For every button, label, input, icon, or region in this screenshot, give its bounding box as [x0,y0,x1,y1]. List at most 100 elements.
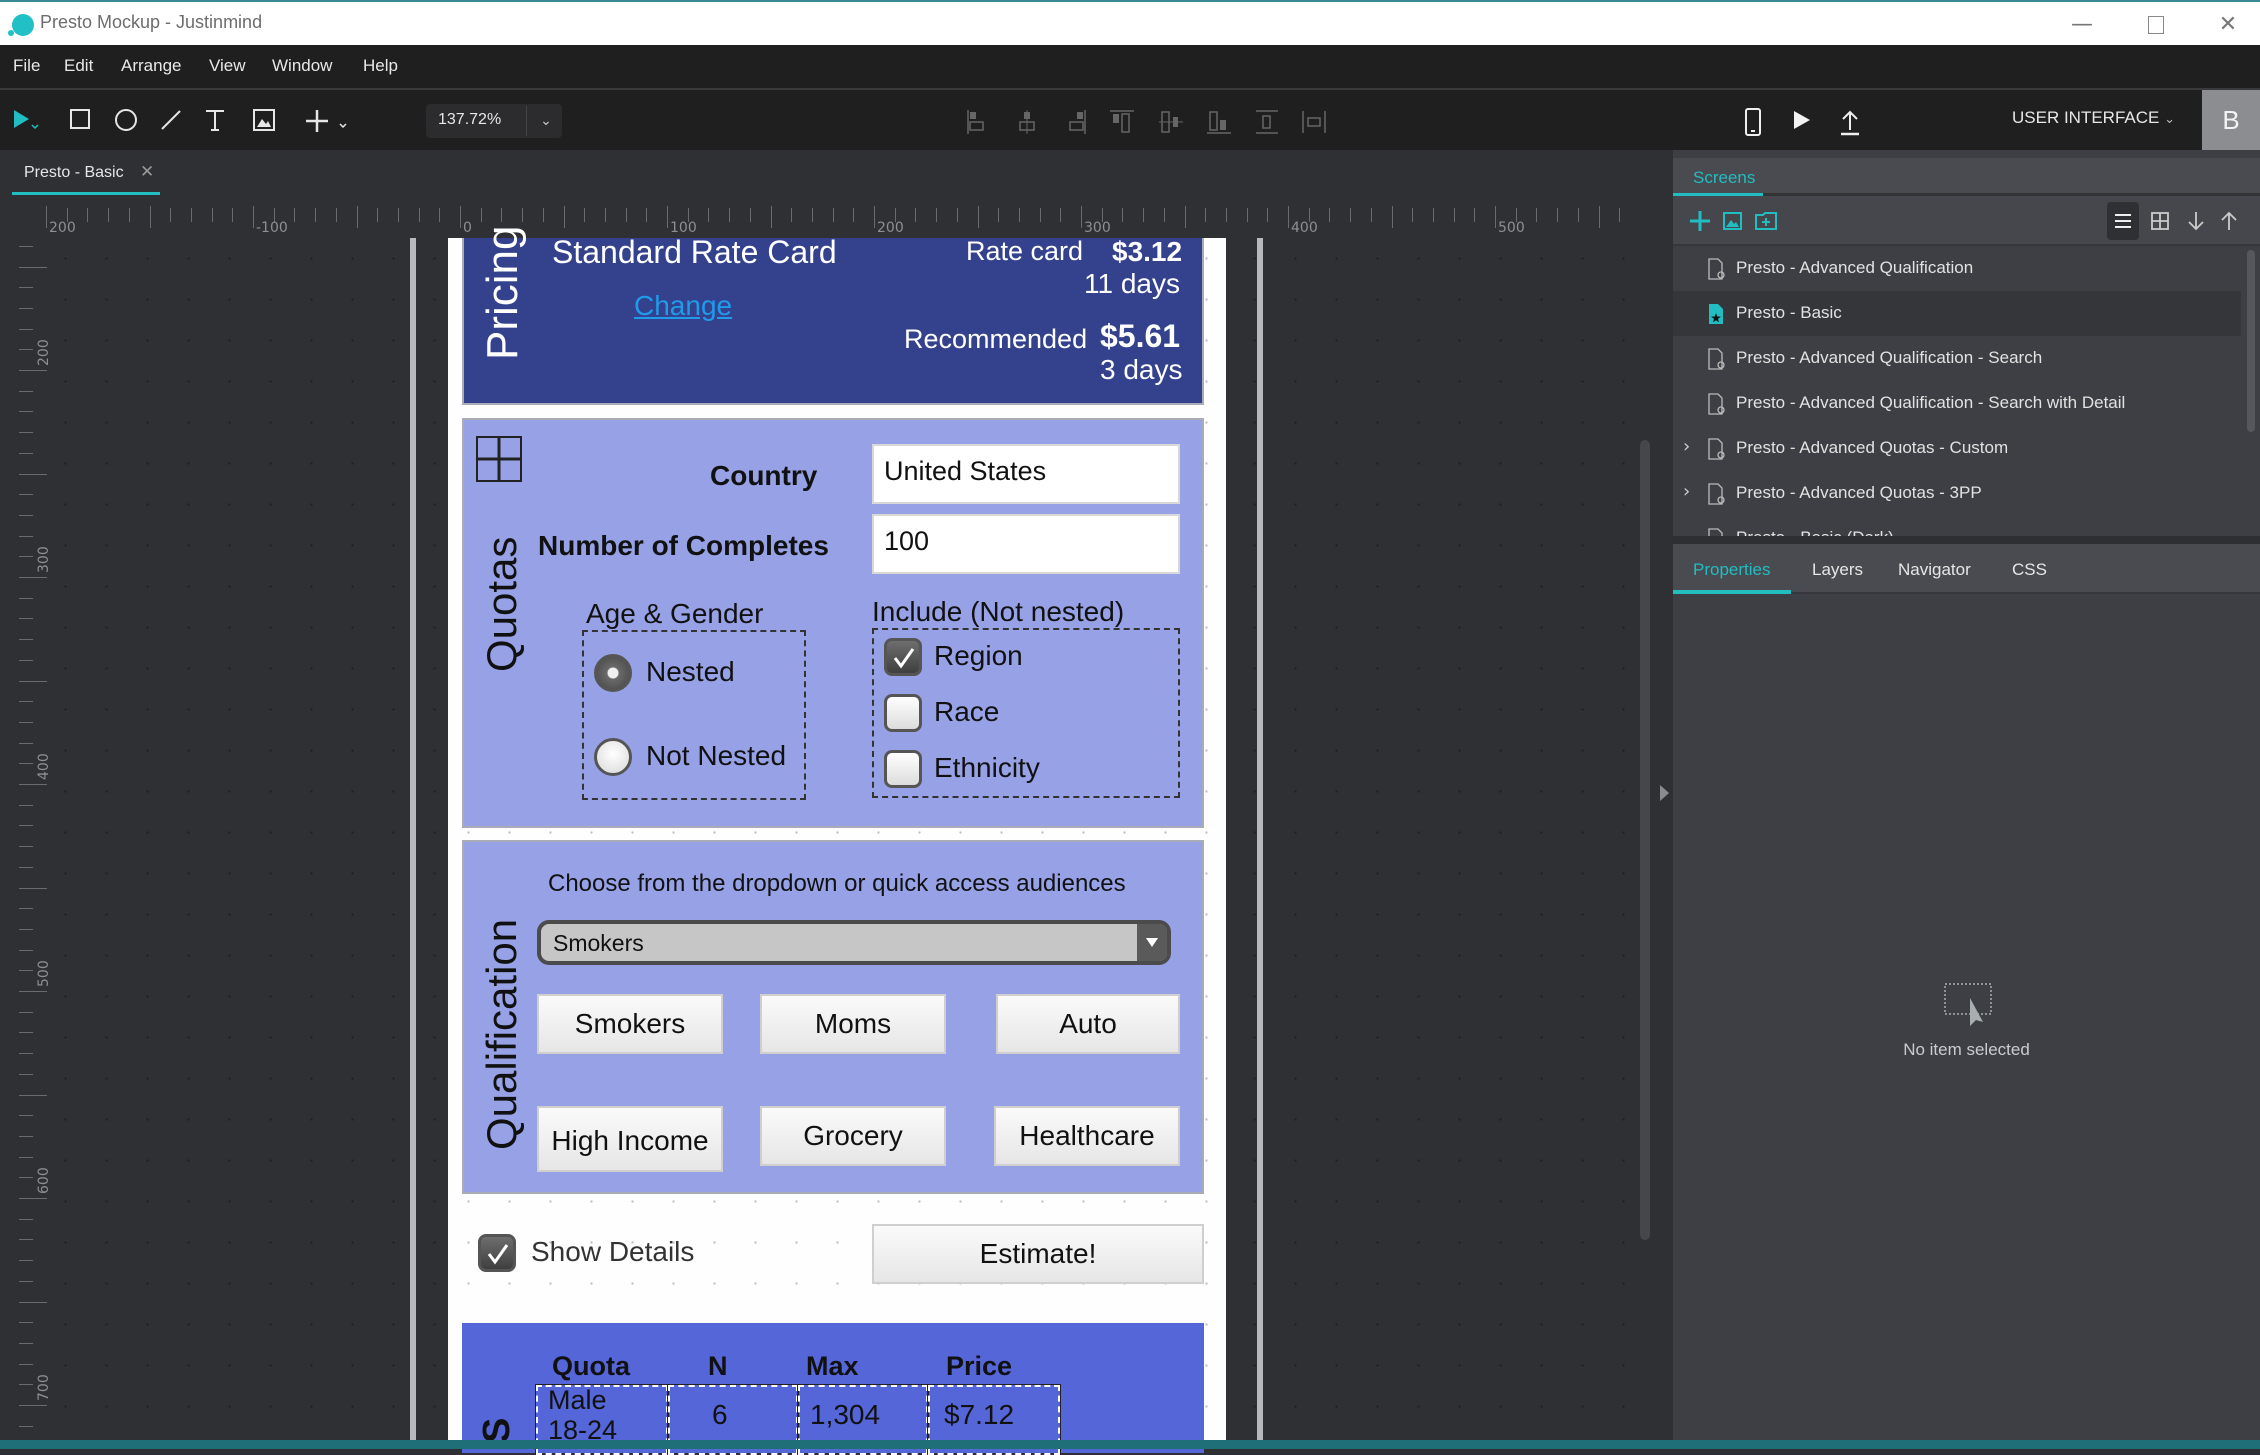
ruler-tick [956,208,958,222]
ui-mode-dropdown[interactable]: USER INTERFACE ⌄ [2012,108,2175,128]
collapse-panel-arrow-icon[interactable] [1660,785,1669,801]
checkbox-region[interactable] [884,638,922,676]
table-grid-icon [476,436,522,482]
quick-audience-grocery[interactable]: Grocery [760,1106,946,1166]
tab-navigator[interactable]: Navigator [1898,560,1971,580]
ellipse-icon[interactable] [110,104,142,136]
grid-view-icon[interactable] [2147,208,2173,234]
tab-layers[interactable]: Layers [1812,560,1863,580]
line-icon[interactable] [155,104,187,136]
ruler-tick [19,370,47,371]
screen-item[interactable]: › Presto - Advanced Quotas - Custom [1673,426,2241,471]
zoom-dropdown-chevron-icon[interactable]: ⌄ [532,108,560,134]
quick-audience-moms[interactable]: Moms [760,994,946,1054]
screen-item[interactable]: › Presto - Advanced Quotas - 3PP [1673,471,2241,516]
screen-item[interactable]: Presto - Advanced Qualification [1673,246,2241,291]
publish-upload-icon[interactable] [1834,104,1866,136]
align-top-icon[interactable] [1108,108,1136,136]
ruler-tick [874,206,875,228]
country-field[interactable]: United States [872,444,1180,504]
menu-help[interactable]: Help [363,56,398,76]
screen-item[interactable]: Presto - Advanced Qualification - Search [1673,336,2241,381]
zoom-level-field[interactable]: 137.72% ⌄ [426,104,562,138]
screens-list-scrollbar[interactable] [2247,250,2255,432]
ruler-tick [19,1135,33,1137]
mobile-device-icon[interactable] [1737,104,1769,136]
radio-nested[interactable] [594,654,632,692]
move-down-icon[interactable] [2183,208,2209,234]
panel-splitter[interactable] [1673,536,2260,544]
play-simulate-icon[interactable] [1785,104,1817,136]
align-bottom-icon[interactable] [1205,108,1233,136]
add-plus-icon[interactable] [302,104,352,136]
screen-item[interactable]: Presto - Advanced Qualification - Search… [1673,381,2241,426]
page-edge-left [410,238,416,1440]
radio-not-nested[interactable] [594,738,632,776]
menu-file[interactable]: File [13,56,40,76]
menu-view[interactable]: View [209,56,246,76]
checkbox-ethnicity[interactable] [884,750,922,788]
maximize-icon[interactable] [2126,8,2186,42]
audience-dropdown[interactable]: Smokers [537,920,1171,965]
ruler-tick [19,245,33,247]
select-arrow-icon[interactable] [10,104,42,136]
ruler-tick [108,208,110,222]
canvas-vertical-scrollbar[interactable] [1640,440,1650,1240]
ruler-tick [1205,208,1207,222]
screen-item-selected[interactable]: Presto - Basic [1673,291,2241,336]
add-image-screen-icon[interactable] [1720,208,1746,234]
ruler-tick [19,742,33,744]
ruler-tick [439,208,441,222]
change-rate-card-link[interactable]: Change [634,290,732,322]
menu-edit[interactable]: Edit [64,56,93,76]
tab-presto-basic[interactable]: Presto - Basic ✕ [12,150,160,195]
text-icon[interactable] [199,104,231,136]
ruler-tick [19,494,33,496]
align-center-h-icon[interactable] [1013,108,1041,136]
move-up-icon[interactable] [2216,208,2242,234]
checkbox-race[interactable] [884,694,922,732]
screen-item[interactable]: Presto - Basic (Dark) [1673,516,2241,536]
zoom-value: 137.72% [438,111,502,128]
quick-audience-high-income[interactable]: High Income [537,1106,723,1172]
completes-label: Number of Completes [538,530,829,561]
tab-screens[interactable]: Screens [1673,158,1763,196]
ruler-tick [853,208,855,222]
show-details-checkbox[interactable] [478,1234,516,1272]
add-folder-icon[interactable] [1753,208,1779,234]
ruler-tick [646,208,648,222]
list-view-button[interactable] [2107,202,2139,240]
ruler-tick [460,206,461,228]
avatar[interactable]: B [2202,90,2260,150]
menu-window[interactable]: Window [272,56,332,76]
tab-css[interactable]: CSS [2012,560,2047,580]
quick-audience-smokers[interactable]: Smokers [537,994,723,1054]
close-icon[interactable]: ✕ [2198,8,2258,42]
window-title: Presto Mockup - Justinmind [40,12,263,32]
completes-field[interactable]: 100 [872,514,1180,574]
ruler-tick [977,206,979,228]
close-tab-icon[interactable]: ✕ [140,162,154,182]
quick-audience-auto[interactable]: Auto [996,994,1180,1054]
minimize-icon[interactable]: — [2052,8,2112,42]
ruler-tick [128,208,130,222]
image-icon[interactable] [248,104,280,136]
tab-properties[interactable]: Properties [1693,560,1770,580]
add-screen-icon[interactable] [1687,208,1713,234]
expand-chevron-icon[interactable]: › [1683,481,1690,502]
ruler-label: 600 [36,1167,52,1194]
quick-audience-healthcare[interactable]: Healthcare [994,1106,1180,1166]
screens-list: Presto - Advanced Qualification Presto -… [1673,246,2260,536]
ruler-tick [19,887,47,889]
align-right-icon[interactable] [1060,108,1088,136]
align-left-icon[interactable] [965,108,993,136]
distribute-vertical-icon[interactable] [1253,108,1281,136]
align-middle-v-icon[interactable] [1157,108,1185,136]
estimate-button[interactable]: Estimate! [872,1224,1204,1284]
menu-arrange[interactable]: Arrange [121,56,181,76]
rate-card-days: 11 days [1084,268,1180,299]
distribute-horizontal-icon[interactable] [1300,108,1328,136]
rectangle-icon[interactable] [64,104,96,136]
pricing-section: Pricing Standard Rate Card Change Rate c… [462,226,1204,405]
expand-chevron-icon[interactable]: › [1683,436,1690,457]
